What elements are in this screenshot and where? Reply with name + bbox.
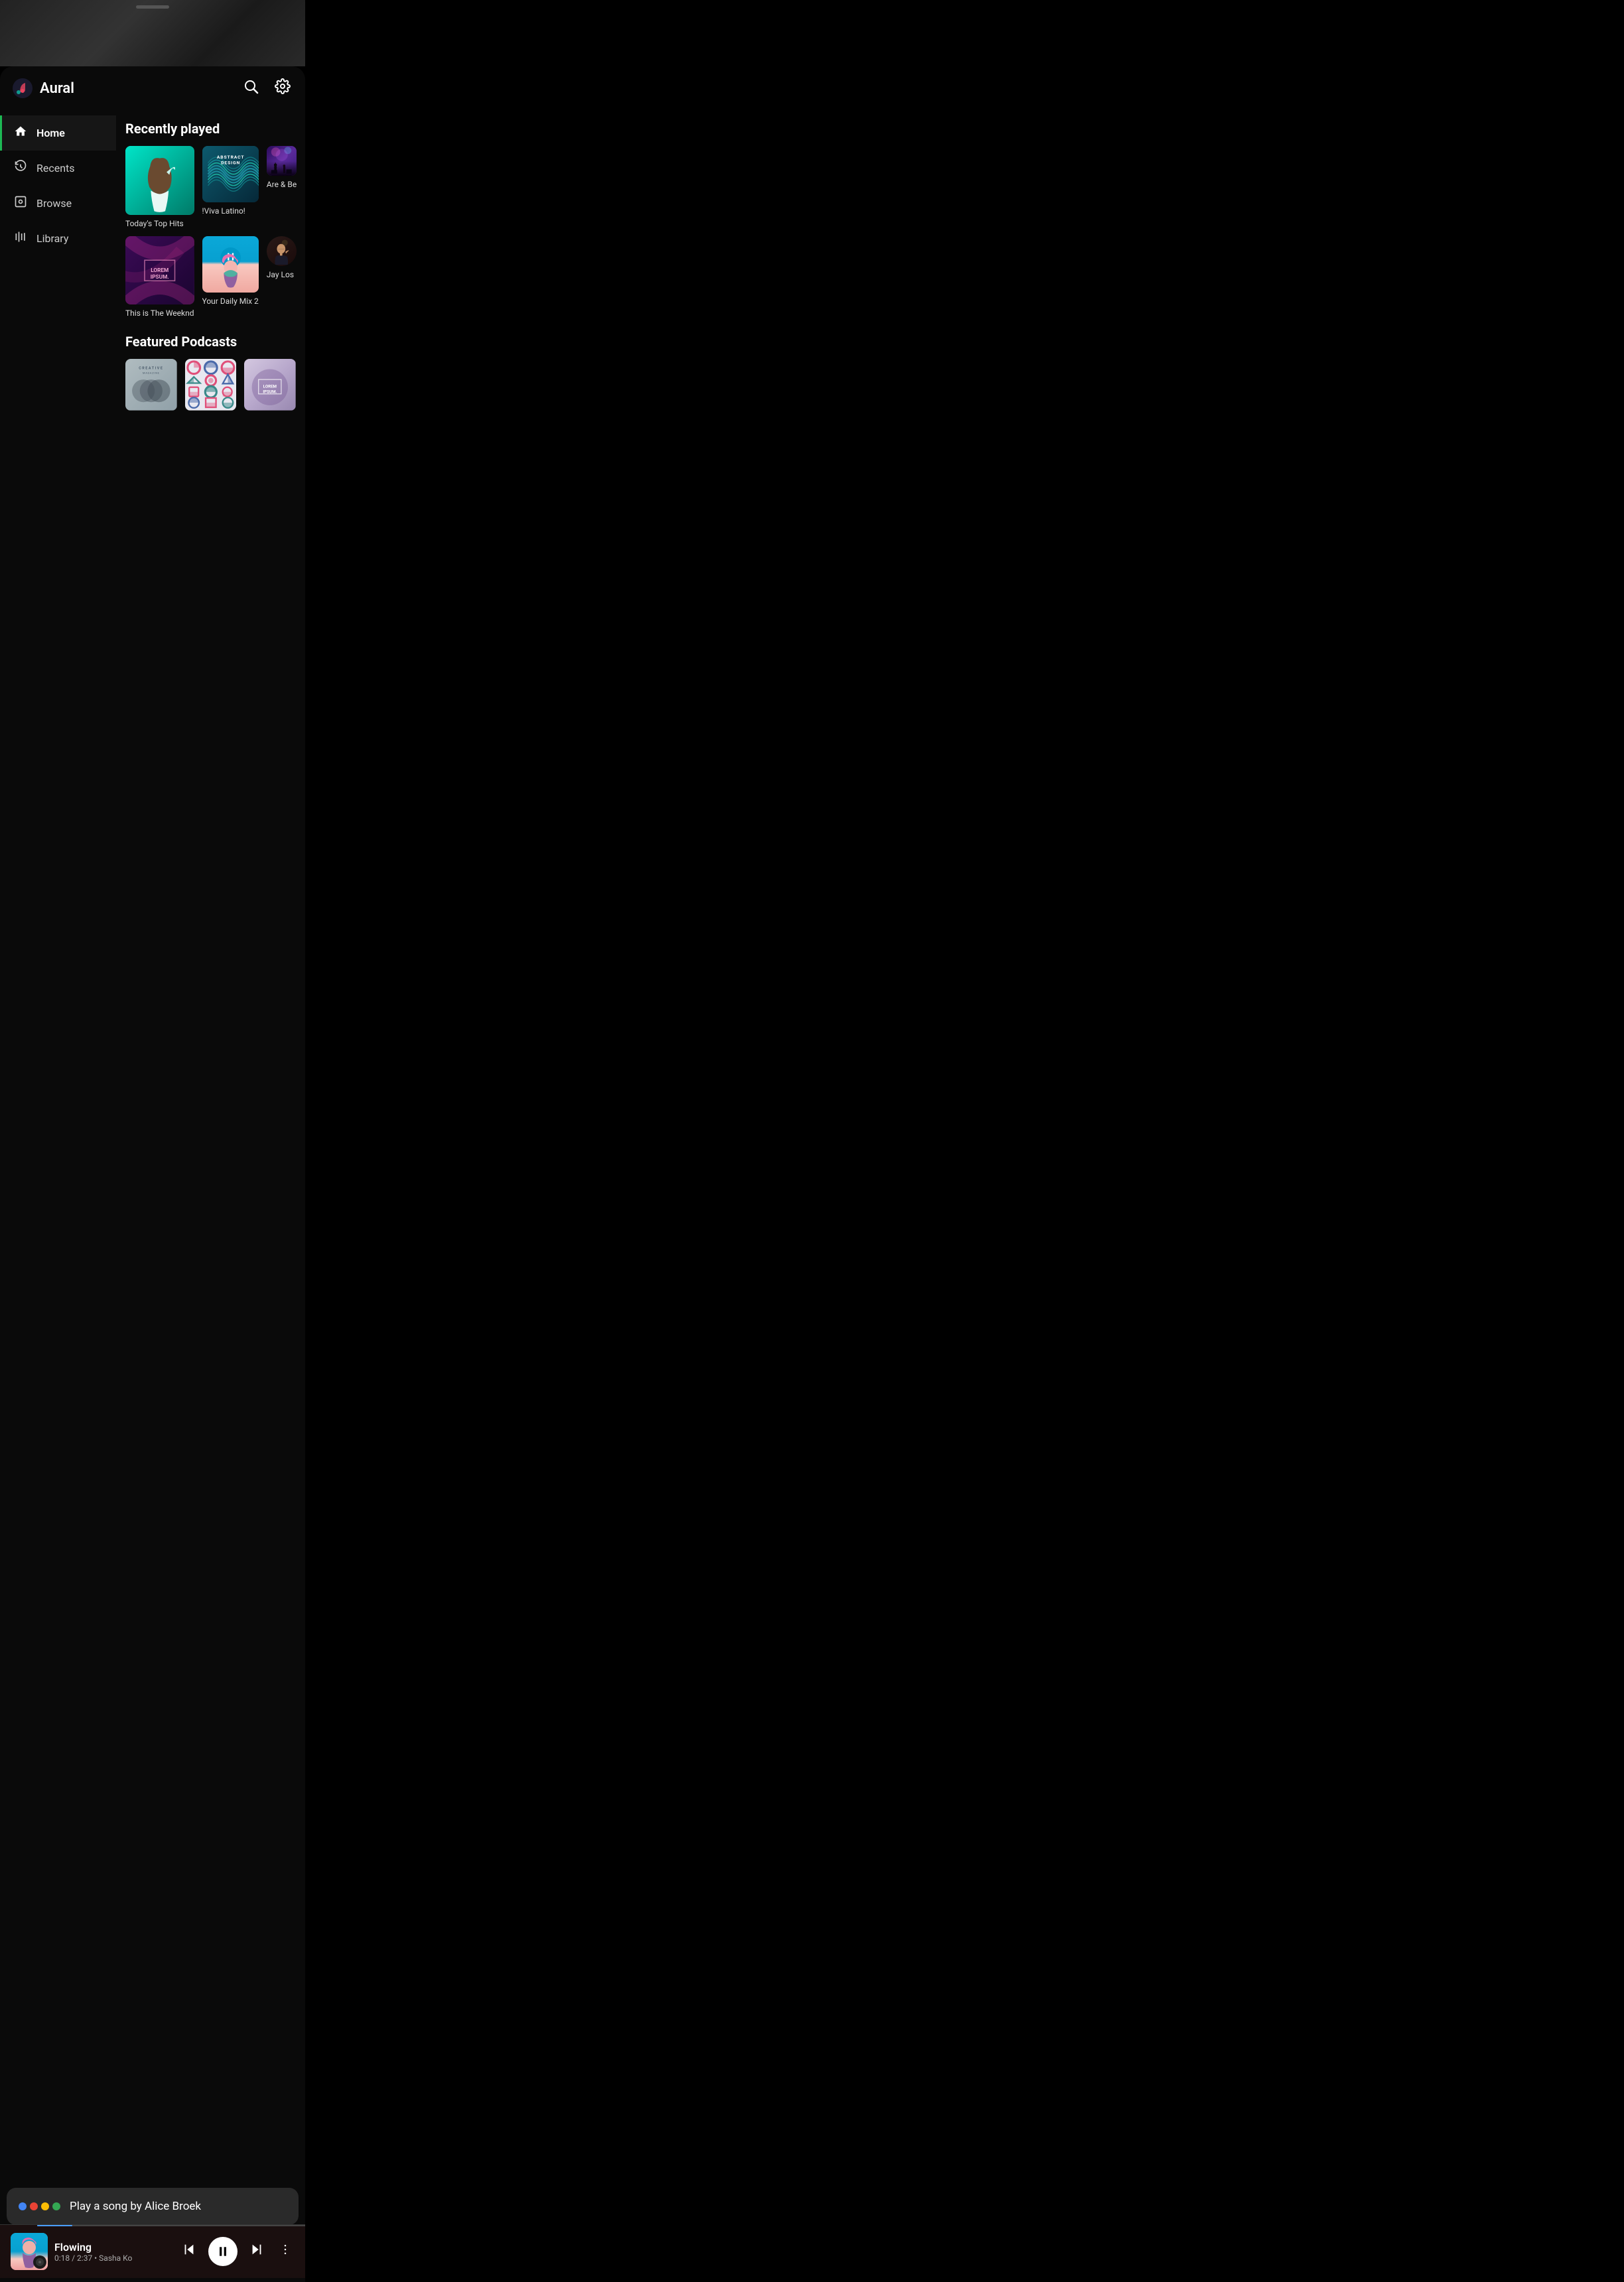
pill-handle — [136, 5, 169, 9]
app-logo-icon — [12, 78, 33, 99]
recently-played-grid: Today's Top Hits — [125, 146, 296, 318]
featured-podcasts-title: Featured Podcasts — [125, 334, 296, 350]
voice-assistant-toast: Play a song by Alice Broek — [7, 2188, 299, 2225]
browse-icon — [14, 195, 27, 212]
playlist-name-daily-mix: Your Daily Mix 2 — [202, 297, 259, 306]
playlist-card-jay-los[interactable]: Jay Los — [267, 236, 297, 318]
creative-podcast-art: CREATIVE MAGAZINE — [125, 359, 177, 411]
skip-back-button[interactable] — [179, 2240, 199, 2263]
lorem-podcast-art: LOREM IPSUM. — [244, 359, 296, 411]
svg-text:LOREM: LOREM — [263, 383, 277, 389]
daily-mix-art: H — [202, 236, 259, 293]
skip-forward-button[interactable] — [247, 2240, 267, 2263]
app-title: Aural — [40, 80, 74, 97]
podcast-thumb-lorem: LOREM IPSUM. — [244, 359, 296, 411]
svg-text:IPSUM.: IPSUM. — [263, 389, 277, 394]
more-icon — [279, 2243, 292, 2256]
playlist-thumb-are-be — [267, 146, 297, 176]
header-logo: Aural — [12, 78, 240, 99]
playlist-thumb-top-hits — [125, 146, 194, 215]
svg-text:DESIGN: DESIGN — [221, 160, 240, 165]
home-icon — [14, 125, 27, 141]
voice-dots — [19, 2202, 60, 2210]
playlist-name-top-hits: Today's Top Hits — [125, 219, 194, 228]
svg-text:CREATIVE: CREATIVE — [139, 367, 163, 371]
pause-button[interactable] — [208, 2237, 237, 2266]
more-options-button[interactable] — [276, 2240, 295, 2263]
playlist-card-are-be[interactable]: Are & Be — [267, 146, 297, 228]
sidebar-item-browse[interactable]: Browse — [0, 186, 116, 221]
pause-icon — [216, 2245, 230, 2258]
viva-latino-art: ABSTRACT DESIGN — [202, 146, 259, 202]
playlist-card-daily-mix[interactable]: H Your Daily Mix 2 — [202, 236, 259, 318]
svg-text:MAGAZINE: MAGAZINE — [143, 371, 160, 375]
podcast-card-geometric[interactable] — [185, 359, 237, 415]
gear-icon — [275, 78, 291, 94]
voice-dot-blue — [19, 2202, 27, 2210]
sidebar: Home Recents — [0, 110, 116, 2282]
sidebar-item-library[interactable]: Library — [0, 221, 116, 256]
playlist-card-viva-latino[interactable]: ABSTRACT DESIGN !Viva Latino! — [202, 146, 259, 228]
now-playing-meta: 0:18 / 2:37 • Sasha Ko — [54, 2253, 172, 2263]
featured-podcasts-grid: CREATIVE MAGAZINE — [125, 359, 296, 415]
search-button[interactable] — [240, 76, 261, 101]
search-icon — [243, 78, 259, 94]
are-be-art — [267, 146, 297, 176]
playlist-thumb-daily-mix: H — [202, 236, 259, 293]
sidebar-label-library: Library — [36, 232, 68, 245]
content-area: Recently played — [116, 110, 305, 2282]
now-playing-thumbnail[interactable] — [11, 2233, 48, 2270]
sidebar-item-home[interactable]: Home — [0, 115, 116, 151]
voice-dot-green — [52, 2202, 60, 2210]
recents-icon — [14, 160, 27, 176]
svg-text:LOREM: LOREM — [151, 267, 169, 273]
voice-assistant-text: Play a song by Alice Broek — [70, 2200, 201, 2213]
sidebar-item-recents[interactable]: Recents — [0, 151, 116, 186]
playlist-thumb-weeknd: LOREM IPSUM. — [125, 236, 194, 305]
sidebar-label-recents: Recents — [36, 162, 75, 174]
np-progress-bar — [37, 2225, 305, 2226]
playlist-thumb-jay-los — [267, 236, 297, 266]
voice-dot-red — [30, 2202, 38, 2210]
np-progress-track — [37, 2225, 305, 2226]
settings-button[interactable] — [272, 76, 293, 101]
now-playing-bar: Flowing 0:18 / 2:37 • Sasha Ko — [0, 2224, 305, 2278]
library-icon — [14, 230, 27, 247]
svg-text:IPSUM.: IPSUM. — [151, 274, 169, 281]
podcast-thumb-geometric — [185, 359, 237, 411]
podcast-card-creative[interactable]: CREATIVE MAGAZINE — [125, 359, 177, 415]
recently-played-title: Recently played — [125, 121, 296, 137]
top-hits-art — [125, 146, 194, 215]
jay-los-art — [267, 236, 297, 266]
now-playing-art — [11, 2233, 48, 2270]
app-container: Aural Home — [0, 66, 305, 2282]
playlist-card-weeknd[interactable]: LOREM IPSUM. This is The Weeknd — [125, 236, 194, 318]
playlist-name-viva-latino: !Viva Latino! — [202, 206, 259, 216]
top-overlay — [0, 0, 305, 66]
playlist-name-are-be: Are & Be — [267, 180, 297, 189]
playlist-name-weeknd: This is The Weeknd — [125, 308, 194, 318]
sidebar-label-browse: Browse — [36, 197, 72, 210]
now-playing-info: Flowing 0:18 / 2:37 • Sasha Ko — [54, 2241, 172, 2263]
playlist-thumb-viva-latino: ABSTRACT DESIGN — [202, 146, 259, 202]
voice-dot-yellow — [41, 2202, 49, 2210]
header: Aural — [0, 66, 305, 110]
podcast-thumb-creative: CREATIVE MAGAZINE — [125, 359, 177, 411]
weeknd-art: LOREM IPSUM. — [125, 236, 194, 305]
now-playing-controls — [179, 2237, 295, 2266]
sidebar-label-home: Home — [36, 127, 65, 139]
geometric-podcast-art — [185, 359, 237, 411]
podcast-card-lorem[interactable]: LOREM IPSUM. — [244, 359, 296, 415]
playlist-card-top-hits[interactable]: Today's Top Hits — [125, 146, 194, 228]
now-playing-title: Flowing — [54, 2241, 172, 2253]
header-actions — [240, 76, 293, 101]
playlist-name-jay-los: Jay Los — [267, 270, 297, 279]
svg-text:ABSTRACT: ABSTRACT — [216, 155, 244, 160]
skip-back-icon — [182, 2242, 196, 2257]
main-layout: Home Recents — [0, 110, 305, 2282]
skip-forward-icon — [249, 2242, 264, 2257]
np-progress-fill — [37, 2225, 72, 2226]
